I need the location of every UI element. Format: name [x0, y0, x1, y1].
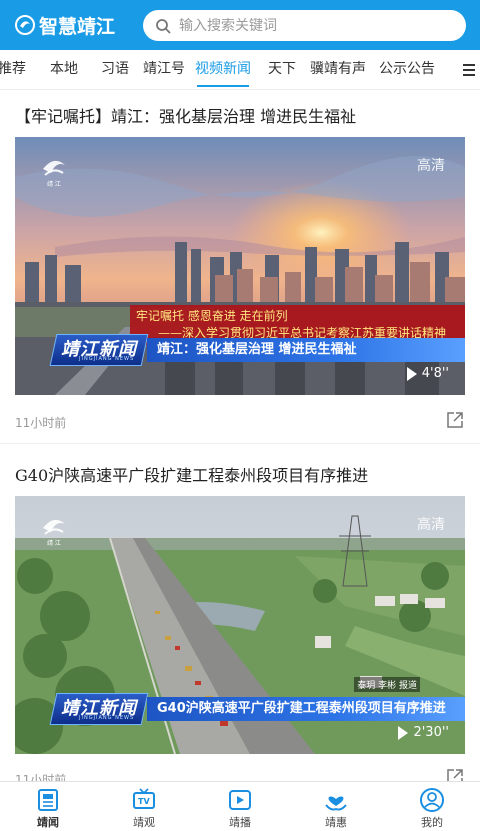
article-time: 11小时前	[15, 416, 67, 430]
category-tabs: 推荐 本地 习语 靖江号 视频新闻 天下 骥靖有声 公示公告	[0, 50, 480, 90]
tab-jingjiang-hao[interactable]: 靖江号	[143, 50, 185, 89]
search-bar[interactable]	[143, 10, 466, 41]
tab-audio[interactable]: 骥靖有声	[310, 50, 366, 89]
video-duration[interactable]: 2'30''	[398, 725, 449, 740]
app-name: 智慧靖江	[39, 15, 116, 38]
tab-local[interactable]: 本地	[50, 50, 78, 89]
news-feed[interactable]: 【牢记嘱托】靖江：强化基层治理 增进民生福祉 靖 江 高清 牢记嘱托 感恩奋进 …	[0, 91, 480, 781]
nav-label: 靖观	[133, 816, 155, 829]
nav-label: 靖惠	[325, 816, 347, 829]
news-caption: 靖江：强化基层治理 增进民生福祉	[147, 338, 465, 362]
tab-recommend[interactable]: 推荐	[0, 50, 26, 89]
user-icon	[420, 788, 444, 812]
app-logo[interactable]: 智慧靖江	[14, 12, 115, 39]
share-icon[interactable]	[445, 410, 465, 430]
article-title[interactable]: 【牢记嘱托】靖江：强化基层治理 增进民生福祉	[15, 103, 465, 127]
article-time: 11小时前	[15, 773, 67, 781]
play-icon	[398, 725, 409, 740]
bottom-nav: 靖闻 TV 靖观 靖播 靖惠 我的	[0, 781, 480, 831]
hd-label: 高清	[417, 517, 445, 533]
search-input[interactable]	[179, 17, 449, 34]
search-icon	[156, 18, 171, 33]
duration-text: 4'8''	[421, 366, 449, 381]
reporter-credit: 泰玥 李彬 报道	[354, 677, 420, 692]
news-caption: G40沪陕高速平广段扩建工程泰州段项目有序推进	[147, 697, 465, 721]
video-thumbnail[interactable]: 靖 江 高清 泰玥 李彬 报道 靖江新闻 JINGJIANG NEWS G40沪…	[15, 496, 465, 754]
article-divider	[0, 443, 480, 444]
hd-label: 高清	[417, 158, 445, 174]
nav-jingbo[interactable]: 靖播	[192, 782, 288, 831]
news-brand-subtitle: JINGJIANG NEWS	[79, 356, 135, 362]
play-icon	[406, 366, 417, 381]
menu-icon	[463, 63, 475, 76]
logo-icon	[15, 15, 35, 35]
news-lower-third: 靖江新闻 JINGJIANG NEWS G40沪陕高速平广段扩建工程泰州段项目有…	[15, 693, 465, 725]
article-title[interactable]: G40沪陕高速平广段扩建工程泰州段项目有序推进	[15, 462, 465, 486]
app-header: 智慧靖江	[0, 0, 480, 50]
play-icon	[229, 790, 251, 810]
news-icon	[38, 789, 58, 811]
nav-jingguan[interactable]: TV 靖观	[96, 782, 192, 831]
svg-text:靖 江: 靖 江	[47, 180, 61, 188]
station-logo-icon: 靖 江	[43, 160, 65, 188]
video-duration[interactable]: 4'8''	[406, 366, 449, 381]
svg-text:靖 江: 靖 江	[47, 539, 61, 547]
nav-profile[interactable]: 我的	[384, 782, 480, 831]
tab-xiyu[interactable]: 习语	[101, 50, 129, 89]
theme-banner-line1: 牢记嘱托 感恩奋进 走在前列	[136, 309, 288, 323]
video-thumbnail[interactable]: 靖 江 高清 牢记嘱托 感恩奋进 走在前列 ——深入学习贯彻习近平总书记考察江苏…	[15, 137, 465, 395]
share-icon[interactable]	[445, 767, 465, 781]
news-lower-third: 靖江新闻 JINGJIANG NEWS 靖江：强化基层治理 增进民生福祉	[15, 334, 465, 366]
nav-label: 靖闻	[37, 816, 59, 829]
svg-text:TV: TV	[138, 797, 150, 806]
tab-announcements[interactable]: 公示公告	[379, 50, 435, 89]
nav-label: 靖播	[229, 816, 251, 829]
tab-video-news[interactable]: 视频新闻	[195, 50, 251, 89]
nav-jinghui[interactable]: 靖惠	[288, 782, 384, 831]
station-logo-icon: 靖 江	[43, 519, 65, 547]
news-brand-subtitle: JINGJIANG NEWS	[79, 715, 135, 721]
tab-world[interactable]: 天下	[268, 50, 296, 89]
duration-text: 2'30''	[413, 725, 449, 740]
nav-label: 我的	[421, 816, 443, 829]
nav-jingwen[interactable]: 靖闻	[0, 782, 96, 831]
tabs-more-button[interactable]	[458, 50, 480, 89]
tv-icon: TV	[133, 788, 155, 809]
heart-hand-icon	[325, 796, 347, 811]
